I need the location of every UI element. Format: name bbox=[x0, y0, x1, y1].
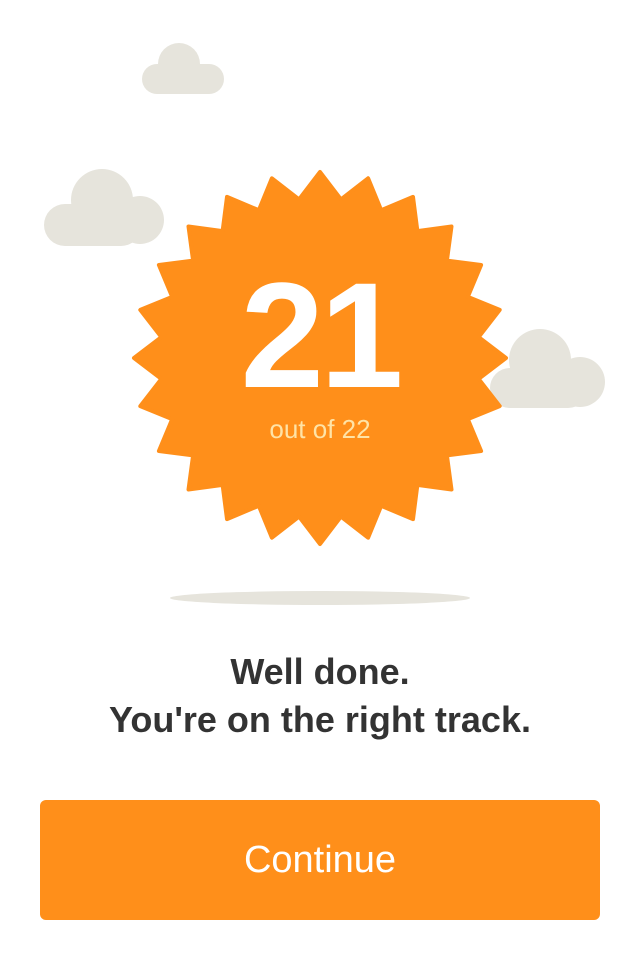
score-value: 21 bbox=[240, 251, 404, 419]
cloud-icon bbox=[142, 42, 224, 96]
result-message: Well done. You're on the right track. bbox=[0, 648, 640, 744]
message-line-2: You're on the right track. bbox=[109, 699, 531, 740]
continue-button[interactable]: Continue bbox=[40, 800, 600, 920]
badge-shadow bbox=[170, 591, 470, 605]
score-total-label: out of 22 bbox=[269, 414, 371, 444]
score-badge: 21 out of 22 bbox=[130, 168, 510, 548]
message-line-1: Well done. bbox=[230, 651, 410, 692]
